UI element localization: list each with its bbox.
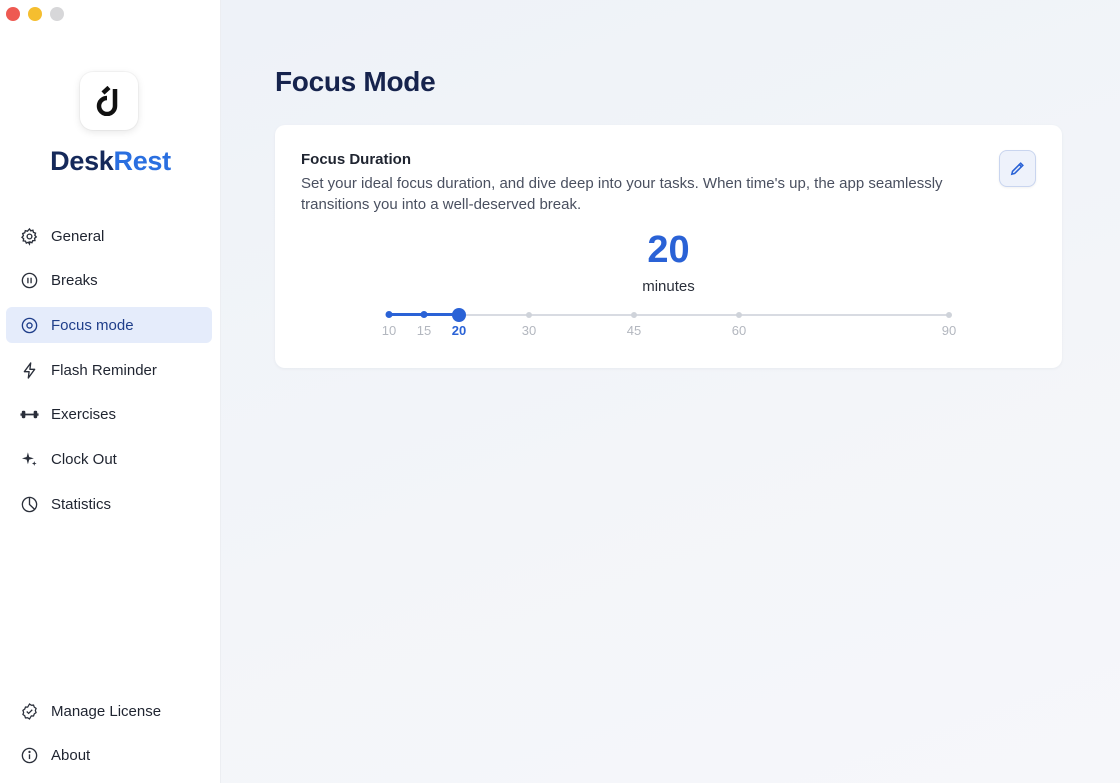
focus-target-icon	[19, 315, 39, 335]
slider-stop-label: 30	[521, 323, 537, 338]
slider-stop-label: 90	[941, 323, 957, 338]
slider-stop[interactable]	[526, 312, 532, 318]
focus-duration-unit: minutes	[642, 278, 695, 295]
sidebar-item-label: General	[51, 227, 105, 245]
card-title: Focus Duration	[301, 151, 412, 168]
sidebar-item-general[interactable]: General	[6, 218, 212, 254]
gear-icon	[19, 226, 39, 246]
slider-track[interactable]	[389, 314, 949, 316]
sidebar-item-label: Flash Reminder	[51, 361, 157, 379]
card-description: Set your ideal focus duration, and dive …	[301, 175, 943, 213]
sidebar-item-label: Clock Out	[51, 450, 117, 468]
sidebar-item-about[interactable]: About	[6, 738, 212, 774]
sidebar-item-clock-out[interactable]: Clock Out	[6, 441, 212, 477]
brand-name-part2: Rest	[113, 146, 172, 176]
slider-stop[interactable]	[420, 311, 428, 318]
zoom-window-button[interactable]	[50, 7, 64, 21]
slider-stop-label: 15	[416, 323, 432, 338]
sidebar-nav: General Breaks Focus mode Flash Reminder	[6, 218, 212, 531]
slider-stop[interactable]	[385, 311, 393, 318]
slider-stop-label: 60	[731, 323, 747, 338]
pie-chart-icon	[19, 494, 39, 514]
focus-duration-value: 20	[647, 229, 690, 271]
slider-thumb[interactable]	[452, 308, 466, 322]
sidebar-item-focus-mode[interactable]: Focus mode	[6, 307, 212, 344]
sidebar-item-flash-reminder[interactable]: Flash Reminder	[6, 352, 212, 388]
app-window: DeskRest General Breaks Focus mode Flash…	[0, 0, 1120, 783]
slider-stop[interactable]	[736, 312, 742, 318]
slider-stop-label: 45	[626, 323, 642, 338]
sidebar-bottom-nav: Manage License About	[6, 693, 212, 782]
focus-duration-slider[interactable]: 10 15 20 30 45 60 90	[275, 303, 1062, 343]
main-content: Focus Mode Focus Duration Set your ideal…	[221, 0, 1120, 783]
sidebar-item-label: Statistics	[51, 495, 112, 513]
sidebar-item-label: Breaks	[51, 272, 98, 290]
slider-stop[interactable]	[946, 312, 952, 318]
app-logo	[80, 72, 138, 130]
sparkle-icon	[19, 449, 39, 469]
window-controls	[6, 7, 64, 21]
pencil-icon	[1010, 162, 1024, 176]
slider-stop[interactable]	[631, 312, 637, 318]
sidebar-item-label: Focus mode	[51, 316, 134, 334]
pause-circle-icon	[19, 271, 39, 291]
page-title: Focus Mode	[275, 66, 436, 97]
verified-badge-icon	[19, 701, 39, 721]
lightning-icon	[19, 360, 39, 380]
info-icon	[19, 746, 39, 766]
sidebar-item-label: About	[51, 747, 91, 765]
deskrest-logo-icon	[96, 86, 118, 116]
sidebar-item-label: Manage License	[51, 702, 162, 720]
focus-duration-card: Focus Duration Set your ideal focus dura…	[275, 125, 1062, 368]
sidebar-item-statistics[interactable]: Statistics	[6, 486, 212, 522]
sidebar-item-manage-license[interactable]: Manage License	[6, 693, 212, 729]
close-window-button[interactable]	[6, 7, 20, 21]
slider-stop-label: 10	[381, 323, 397, 338]
edit-duration-button[interactable]	[999, 150, 1036, 187]
sidebar-item-breaks[interactable]: Breaks	[6, 263, 212, 299]
sidebar-item-exercises[interactable]: Exercises	[6, 397, 212, 433]
sidebar-item-label: Exercises	[51, 406, 117, 424]
dumbbell-icon	[19, 405, 39, 425]
sidebar: DeskRest General Breaks Focus mode Flash…	[0, 0, 221, 783]
brand-name: DeskRest	[0, 146, 221, 177]
slider-stop-label: 20	[451, 323, 467, 338]
minimize-window-button[interactable]	[28, 7, 42, 21]
brand-name-part1: Desk	[50, 146, 114, 176]
